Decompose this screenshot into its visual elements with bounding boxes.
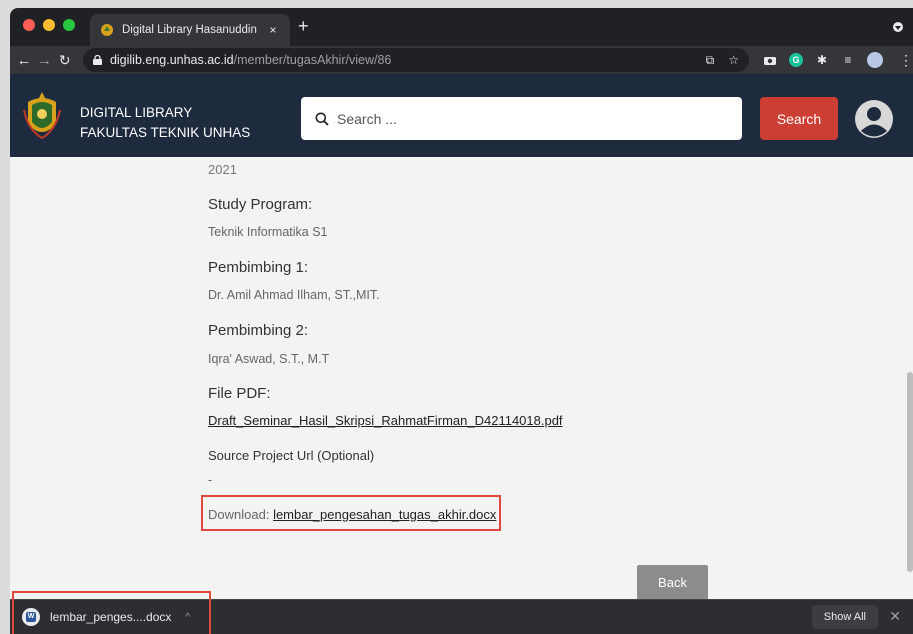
site-brand[interactable]: DIGITAL LIBRARY FAKULTAS TEKNIK UNHAS (80, 103, 250, 143)
browser-toolbar: ← → ↻ digilib.eng.unhas.ac.id/member/tug… (10, 46, 913, 74)
study-program-value: Teknik Informatika S1 (208, 225, 328, 239)
reading-list-icon[interactable]: ≡ (841, 53, 855, 67)
close-shelf-icon[interactable]: ✕ (889, 608, 901, 625)
reload-icon[interactable]: ↻ (55, 52, 75, 69)
grammarly-icon[interactable]: G (789, 53, 804, 67)
pembimbing2-value: Iqra' Aswad, S.T., M.T (208, 352, 330, 366)
browser-window: Digital Library Hasanuddin Uni × + ← → ↻… (10, 8, 913, 634)
file-pdf-link[interactable]: Draft_Seminar_Hasil_Skripsi_RahmatFirman… (208, 413, 563, 428)
puzzle-extensions-icon[interactable]: ✱ (815, 53, 829, 67)
close-window-button[interactable] (23, 19, 35, 31)
brand-line-2: FAKULTAS TEKNIK UNHAS (80, 125, 251, 140)
tab-strip: Digital Library Hasanuddin Uni × + (10, 8, 913, 46)
file-pdf-label: File PDF: (208, 385, 271, 402)
study-program-label: Study Program: (208, 196, 313, 213)
downloaded-file-item[interactable]: W lembar_penges....docx ^ (22, 608, 190, 626)
pembimbing1-label: Pembimbing 1: (208, 259, 309, 276)
search-icon (315, 112, 329, 126)
browser-tab[interactable]: Digital Library Hasanuddin Uni × (90, 14, 290, 46)
brand-line-1: DIGITAL LIBRARY (80, 105, 193, 120)
url-host: digilib.eng.unhas.ac.id (109, 53, 234, 67)
show-all-button[interactable]: Show All (811, 605, 878, 629)
back-arrow-icon[interactable]: ← (14, 52, 34, 69)
site-header: DIGITAL LIBRARY FAKULTAS TEKNIK UNHAS Se… (10, 74, 913, 157)
tab-search-icon[interactable] (893, 22, 903, 32)
pembimbing1-value: Dr. Amil Ahmad Ilham, ST.,MIT. (208, 288, 380, 302)
profile-icon[interactable] (867, 52, 884, 68)
source-url-label: Source Project Url (Optional) (208, 448, 375, 463)
tab-close-icon[interactable]: × (266, 23, 280, 37)
chevron-up-icon[interactable]: ^ (185, 612, 190, 623)
main-content: 2021 Study Program: Teknik Informatika S… (10, 157, 913, 599)
user-avatar-icon[interactable] (855, 100, 893, 138)
download-label: Download: (208, 507, 270, 522)
source-url-value: - (208, 473, 213, 487)
downloaded-file-name: lembar_penges....docx (50, 610, 172, 624)
minimize-window-button[interactable] (43, 19, 55, 31)
download-row: Download: lembar_pengesahan_tugas_akhir.… (208, 507, 496, 522)
search-input[interactable] (337, 110, 717, 127)
tab-title: Digital Library Hasanuddin Uni (122, 24, 260, 36)
download-shelf: W lembar_penges....docx ^ Show All ✕ (10, 591, 913, 634)
favicon-icon (100, 23, 114, 37)
back-button[interactable]: Back (637, 565, 708, 599)
search-button[interactable]: Search (760, 97, 838, 140)
unhas-logo-icon (23, 92, 61, 140)
new-tab-button[interactable]: + (298, 17, 309, 35)
translate-icon[interactable]: ⧉ (706, 53, 715, 68)
url-path: /member/tugasAkhir/view/86 (233, 53, 392, 67)
bookmark-star-icon[interactable]: ☆ (728, 53, 739, 67)
address-bar[interactable]: digilib.eng.unhas.ac.id/member/tugasAkhi… (82, 48, 750, 72)
kebab-menu-icon[interactable]: ⋮ (899, 52, 913, 69)
forward-arrow-icon[interactable]: → (34, 52, 54, 69)
word-document-icon: W (22, 608, 40, 626)
year-value: 2021 (208, 162, 237, 177)
page-scrollbar[interactable] (907, 372, 913, 572)
pembimbing2-label: Pembimbing 2: (208, 322, 309, 339)
search-field[interactable] (301, 97, 742, 140)
download-docx-link[interactable]: lembar_pengesahan_tugas_akhir.docx (273, 507, 496, 522)
camera-extension-icon[interactable] (763, 53, 777, 67)
maximize-window-button[interactable] (63, 19, 75, 31)
lock-icon (92, 55, 102, 65)
